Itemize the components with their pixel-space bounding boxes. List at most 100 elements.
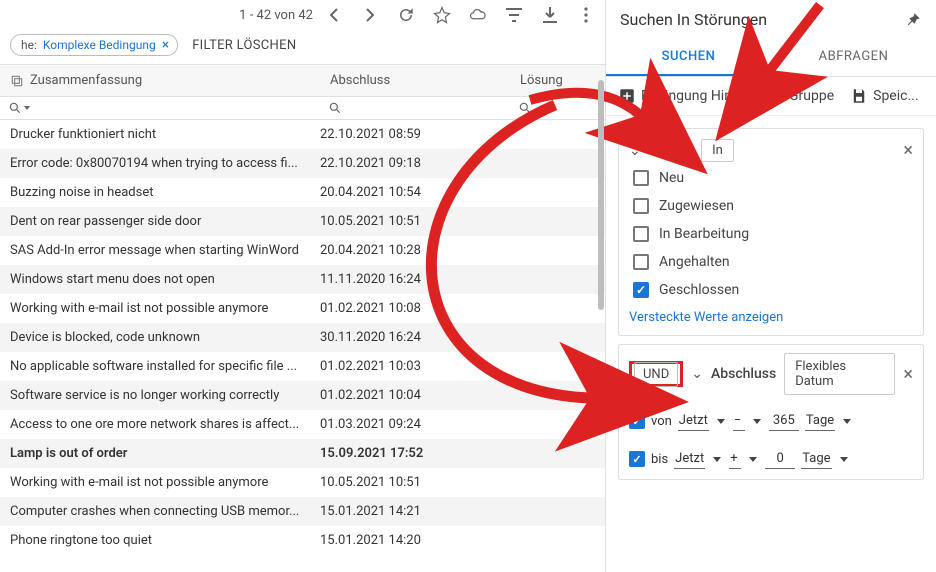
- checkbox-icon: [633, 254, 649, 270]
- cell-summary: Buzzing noise in headset: [10, 185, 320, 200]
- dropdown-icon[interactable]: [840, 457, 848, 462]
- table-row[interactable]: Error code: 0x80070194 when trying to ac…: [0, 149, 605, 178]
- star-icon[interactable]: [433, 6, 451, 24]
- status-option-geschlossen[interactable]: Geschlossen: [633, 282, 913, 298]
- checkbox-icon: [633, 226, 649, 242]
- cell-summary: Drucker funktioniert nicht: [10, 127, 320, 142]
- from-label: von: [651, 414, 672, 429]
- pin-icon[interactable]: [904, 11, 922, 29]
- panel-title: Suchen In Störungen: [620, 10, 904, 29]
- remove-status-icon[interactable]: ×: [903, 140, 913, 161]
- download-icon[interactable]: [541, 6, 559, 24]
- prev-page-icon[interactable]: [325, 6, 343, 24]
- scrollbar-thumb[interactable]: [598, 80, 604, 310]
- save-button[interactable]: Speic...: [850, 87, 918, 105]
- date-to-row: bis Jetzt + 0 Tage: [629, 449, 913, 469]
- date-mode-select[interactable]: Flexibles Datum: [784, 353, 895, 395]
- col-solution-header[interactable]: Lösung: [520, 73, 563, 88]
- cell-summary: Lamp is out of order: [10, 446, 320, 461]
- dropdown-icon[interactable]: [713, 457, 721, 462]
- dropdown-icon[interactable]: [753, 419, 761, 424]
- col-close-header[interactable]: Abschluss: [330, 73, 390, 88]
- cell-close: 15.09.2021 17:52: [320, 446, 510, 461]
- table-row[interactable]: Phone ringtone too quiet15.01.2021 14:20: [0, 526, 605, 555]
- dropdown-icon[interactable]: [717, 419, 725, 424]
- dropdown-icon[interactable]: [749, 457, 757, 462]
- dropdown-icon[interactable]: [843, 419, 851, 424]
- conjunction-select[interactable]: UND: [634, 362, 678, 387]
- cell-close: 20.04.2021 10:54: [320, 185, 510, 200]
- chip-value: Komplexe Bedingung: [43, 38, 156, 52]
- close-filter-input[interactable]: [320, 97, 510, 119]
- status-option-label: Geschlossen: [659, 282, 739, 298]
- from-checkbox[interactable]: [629, 413, 645, 429]
- chip-prefix: he:: [21, 38, 37, 52]
- to-op[interactable]: +: [729, 449, 741, 469]
- cell-close: 11.11.2020 16:24: [320, 272, 510, 287]
- cell-solution: [510, 504, 595, 519]
- to-unit[interactable]: Tage: [801, 449, 831, 469]
- table-row[interactable]: Windows start menu does not open11.11.20…: [0, 265, 605, 294]
- to-value[interactable]: 0: [765, 449, 795, 469]
- chip-remove-icon[interactable]: ×: [162, 37, 169, 53]
- refresh-icon[interactable]: [397, 6, 415, 24]
- table-row[interactable]: Drucker funktioniert nicht22.10.2021 08:…: [0, 120, 605, 149]
- cell-close: 20.04.2021 10:28: [320, 243, 510, 258]
- copy-icon[interactable]: [10, 74, 24, 88]
- status-title: Status: [651, 143, 691, 159]
- table-row[interactable]: Access to one ore more network shares is…: [0, 410, 605, 439]
- status-option-label: In Bearbeitung: [659, 226, 749, 242]
- from-value[interactable]: 365: [769, 411, 799, 431]
- status-option-angehalten[interactable]: Angehalten: [633, 254, 913, 270]
- from-ref[interactable]: Jetzt: [678, 411, 709, 431]
- filter-group-abschluss: UND ⌄ Abschluss Flexibles Datum × von Je…: [618, 344, 924, 480]
- to-ref[interactable]: Jetzt: [674, 449, 705, 469]
- col-summary-header[interactable]: Zusammenfassung: [30, 73, 142, 88]
- tab-search[interactable]: SUCHEN: [606, 39, 771, 76]
- cell-solution: [510, 475, 595, 490]
- cell-solution: [510, 127, 595, 142]
- table-row[interactable]: Working with e-mail ist not possible any…: [0, 468, 605, 497]
- status-option-bearb[interactable]: In Bearbeitung: [633, 226, 913, 242]
- summary-filter-input[interactable]: [0, 97, 320, 119]
- cell-solution: [510, 156, 595, 171]
- status-option-zugewiesen[interactable]: Zugewiesen: [633, 198, 913, 214]
- from-unit[interactable]: Tage: [805, 411, 835, 431]
- solution-filter-input[interactable]: [510, 97, 605, 119]
- filter-icon[interactable]: [505, 6, 523, 24]
- clear-filter-link[interactable]: FILTER LÖSCHEN: [192, 38, 296, 53]
- next-page-icon[interactable]: [361, 6, 379, 24]
- status-option-label: Angehalten: [659, 254, 730, 270]
- table-row[interactable]: Computer crashes when connecting USB mem…: [0, 497, 605, 526]
- table-row[interactable]: Dent on rear passenger side door10.05.20…: [0, 207, 605, 236]
- table-row[interactable]: No applicable software installed for spe…: [0, 352, 605, 381]
- cell-solution: [510, 243, 595, 258]
- table-row[interactable]: Lamp is out of order15.09.2021 17:52: [0, 439, 605, 468]
- cell-close: 22.10.2021 09:18: [320, 156, 510, 171]
- table-row[interactable]: Working with e-mail ist not possible any…: [0, 294, 605, 323]
- table-row[interactable]: Device is blocked, code unknown30.11.202…: [0, 323, 605, 352]
- from-op[interactable]: −: [733, 411, 745, 431]
- table-row[interactable]: Software service is no longer working co…: [0, 381, 605, 410]
- chevron-down-icon[interactable]: ⌄: [629, 143, 641, 159]
- cell-solution: [510, 388, 595, 403]
- tab-queries[interactable]: ABFRAGEN: [771, 39, 936, 76]
- remove-abschluss-icon[interactable]: ×: [903, 364, 913, 385]
- chevron-down-icon[interactable]: ⌄: [691, 366, 703, 382]
- checkbox-icon: [633, 198, 649, 214]
- show-hidden-link[interactable]: Versteckte Werte anzeigen: [629, 310, 783, 325]
- status-operator-select[interactable]: In: [701, 139, 734, 162]
- more-icon[interactable]: [577, 6, 595, 24]
- table-row[interactable]: Buzzing noise in headset20.04.2021 10:54: [0, 178, 605, 207]
- cell-solution: [510, 446, 595, 461]
- add-group-button[interactable]: Gruppe: [766, 87, 834, 105]
- cloud-icon[interactable]: [469, 6, 487, 24]
- to-checkbox[interactable]: [629, 451, 645, 467]
- status-option-neu[interactable]: Neu: [633, 170, 913, 186]
- add-condition-button[interactable]: Bedingung Hinz...: [618, 87, 750, 105]
- table-row[interactable]: SAS Add-In error message when starting W…: [0, 236, 605, 265]
- filter-chip[interactable]: he: Komplexe Bedingung ×: [10, 34, 178, 56]
- cell-solution: [510, 330, 595, 345]
- cell-solution: [510, 272, 595, 287]
- cell-close: 15.01.2021 14:20: [320, 533, 510, 548]
